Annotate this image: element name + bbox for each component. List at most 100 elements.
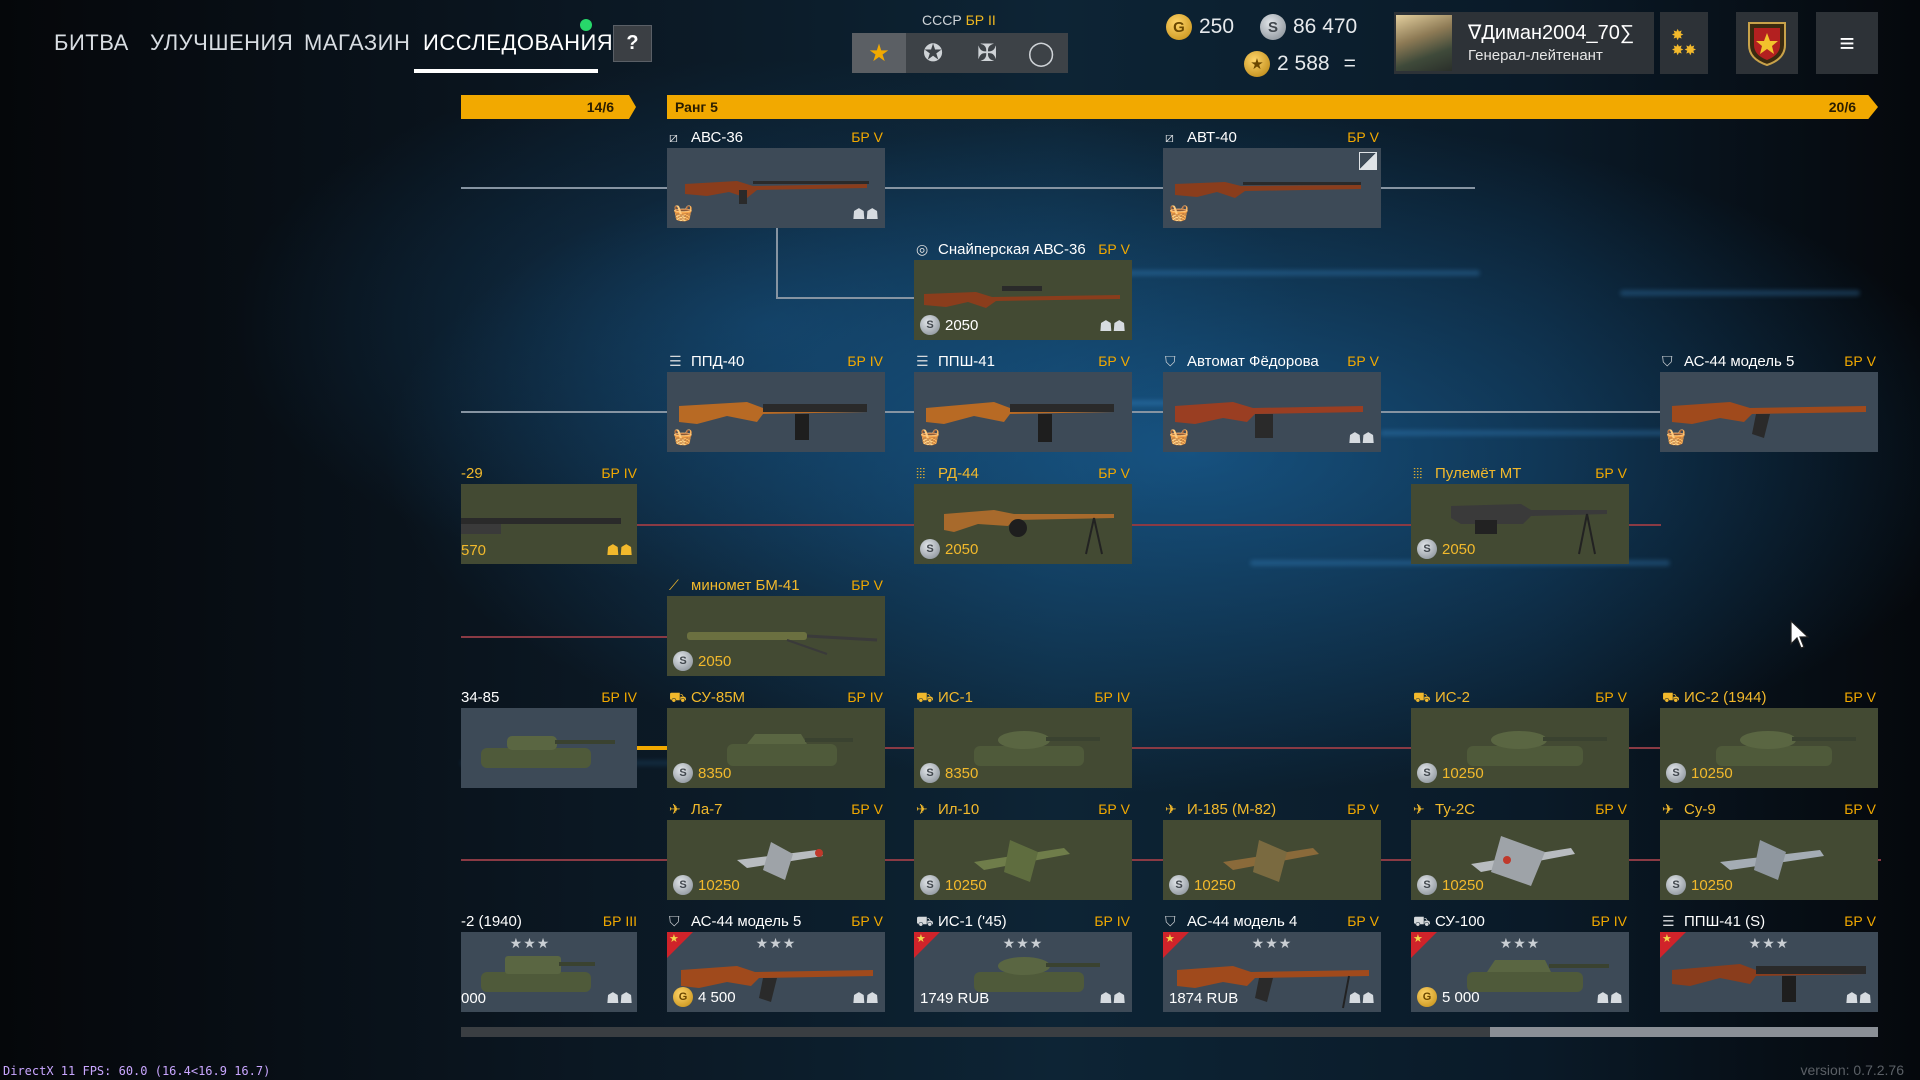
silver-balance[interactable]: S 86 470 — [1260, 13, 1357, 41]
rank-insignia-icon: ✸ ✸✸ — [1660, 12, 1708, 74]
basket-icon[interactable]: 🧺 — [673, 427, 693, 447]
filter-infantry-tab[interactable]: ✪ — [906, 33, 960, 73]
smg-icon: ☰ — [669, 353, 682, 369]
rifle-icon: ⧄ — [1165, 129, 1174, 145]
tree-line-active — [636, 746, 668, 750]
nation-label: СССР БР II — [922, 12, 996, 28]
avatar — [1396, 15, 1452, 71]
squad-icon: ☗☗ — [852, 206, 879, 223]
card-il10[interactable]: ✈ Ил-10 БР V S 10250 — [914, 798, 1132, 900]
reserve-corner-icon — [1359, 152, 1377, 170]
card-ppd40[interactable]: ☰ ППД-40 БР IV 🧺 — [667, 350, 885, 452]
tank-icon: ⛟ — [1662, 689, 1680, 705]
card-avt40[interactable]: ⧄ АВТ-40 БР V 🧺 — [1163, 126, 1381, 228]
tank-icon: ⛟ — [916, 913, 934, 929]
silver-coin-icon: S — [920, 315, 940, 335]
nation-br: БР II — [965, 12, 996, 28]
silver-coin-icon: S — [1417, 539, 1437, 559]
nav-shop[interactable]: МАГАЗИН — [304, 30, 410, 70]
silver-coin-icon: S — [673, 651, 693, 671]
silver-coin-icon: S — [1169, 875, 1189, 895]
player-profile[interactable]: ∇Диман2004_70∑ Генерал-лейтенант — [1394, 12, 1654, 74]
card-su9[interactable]: ✈ Су-9 БР V S 10250 — [1660, 798, 1878, 900]
plane-icon: ✈ — [669, 801, 681, 817]
rank-star-icon: ★ — [1244, 51, 1270, 77]
basket-icon[interactable]: 🧺 — [673, 203, 693, 223]
squad-icon: ☗☗ — [606, 990, 633, 1007]
ring-icon: ◯ — [1027, 39, 1055, 67]
tank-icon: ⛟ — [916, 689, 934, 705]
basket-icon[interactable]: 🧺 — [920, 427, 940, 447]
card-su85m[interactable]: ⛟ СУ-85М БР IV S 8350 — [667, 686, 885, 788]
gold-balance[interactable]: G 250 — [1166, 13, 1234, 41]
card-dt29[interactable]: -29 БР IV 570 ☗☗ — [461, 462, 637, 564]
silver-coin-icon: S — [1260, 14, 1286, 40]
silver-coin-icon: S — [673, 875, 693, 895]
card-is2[interactable]: ⛟ ИС-2 БР V S 10250 — [1411, 686, 1629, 788]
filter-aircraft-tab[interactable]: ◯ — [1014, 33, 1068, 73]
hamburger-icon: ≡ — [1839, 27, 1855, 58]
card-bm41[interactable]: ⟋ миномет БМ-41 БР V S 2050 — [667, 574, 885, 676]
horizontal-scrollbar-thumb[interactable] — [1490, 1027, 1878, 1037]
silver-coin-icon: S — [920, 875, 940, 895]
silver-coin-icon: S — [920, 763, 940, 783]
silver-coin-icon: S — [1666, 763, 1686, 783]
card-avs36[interactable]: ⧄ АВС-36 БР V 🧺 ☗☗ — [667, 126, 885, 228]
squad-icon: ☗☗ — [1845, 990, 1872, 1007]
card-t3485[interactable]: 34-85 БР IV — [461, 686, 637, 788]
fps-counter: DirectX 11 FPS: 60.0 (16.4<16.9 16.7) — [3, 1064, 271, 1078]
card-is1[interactable]: ⛟ ИС-1 БР IV S 8350 — [914, 686, 1132, 788]
rank-points[interactable]: ★ 2 588 = — [1244, 50, 1356, 78]
basket-icon[interactable]: 🧺 — [1666, 427, 1686, 447]
cross-icon: ✠ — [976, 39, 998, 67]
filter-vehicles-tab[interactable]: ✠ — [960, 33, 1014, 73]
plane-icon: ✈ — [916, 801, 928, 817]
player-rank: Генерал-лейтенант — [1468, 47, 1603, 64]
vehicle-type-filter: ★ ✪ ✠ ◯ — [852, 33, 1068, 73]
squad-icon: ☗☗ — [1099, 318, 1126, 335]
card-as44-5[interactable]: ⛉ АС-44 модель 5 БР V 🧺 — [1660, 350, 1878, 452]
card-sniper-avs36[interactable]: ◎ Снайперская АВС-36 БР V S 2050 ☗☗ — [914, 238, 1132, 340]
card-kv2[interactable]: -2 (1940) БР III ★★★ 000 ☗☗ — [461, 910, 637, 1012]
tree-line — [776, 297, 916, 299]
card-premium-ppsh41s[interactable]: ☰ ППШ-41 (S) БР V ★ ★★★ ☗☗ — [1660, 910, 1878, 1012]
card-premium-su100[interactable]: ⛟ СУ-100 БР IV ★ ★★★ G5 000 ☗☗ — [1411, 910, 1629, 1012]
card-rd44[interactable]: ⦙⦙⦙ РД-44 БР V S 2050 — [914, 462, 1132, 564]
assault-rifle-icon: ⛉ — [669, 913, 680, 929]
card-tu2s[interactable]: ✈ Ту-2С БР V S 10250 — [1411, 798, 1629, 900]
plane-icon: ✈ — [1662, 801, 1674, 817]
smg-icon: ☰ — [916, 353, 929, 369]
clan-shield-icon[interactable] — [1736, 12, 1798, 74]
gold-coin-icon: G — [1417, 987, 1437, 1007]
ammo-icon: ⦙⦙⦙ — [1413, 465, 1423, 481]
scope-icon: ◎ — [916, 241, 929, 257]
card-fedorov[interactable]: ⛉ Автомат Фёдорова БР V 🧺 ☗☗ — [1163, 350, 1381, 452]
card-premium-is1-45[interactable]: ⛟ ИС-1 ('45) БР IV ★ ★★★ 1749 RUB ☗☗ — [914, 910, 1132, 1012]
card-i185[interactable]: ✈ И-185 (М-82) БР V S 10250 — [1163, 798, 1381, 900]
silver-coin-icon: S — [1417, 875, 1437, 895]
rank-bar: Ранг 5 20/6 — [667, 95, 1878, 119]
gold-coin-icon: G — [1166, 14, 1192, 40]
card-premium-as44-5[interactable]: ⛉ АС-44 модель 5 БР V ★ ★★★ G4 500 ☗☗ — [667, 910, 885, 1012]
nav-battle[interactable]: БИТВА — [54, 30, 129, 70]
filter-all-tab[interactable]: ★ — [852, 33, 906, 73]
nav-upgrades[interactable]: УЛУЧШЕНИЯ — [150, 30, 293, 70]
squad-icon: ☗☗ — [1596, 990, 1623, 1007]
tree-line — [776, 227, 778, 299]
gold-coin-icon: G — [673, 987, 693, 1007]
mouse-cursor-icon — [1790, 620, 1810, 649]
assault-rifle-icon: ⛉ — [1165, 353, 1176, 369]
assault-rifle-icon: ⛉ — [1165, 913, 1176, 929]
rifle-icon: ⧄ — [669, 129, 678, 145]
squad-icon: ☗☗ — [1348, 990, 1375, 1007]
squad-icon: ☗☗ — [1348, 430, 1375, 447]
card-mt[interactable]: ⦙⦙⦙ Пулемёт МТ БР V S 2050 — [1411, 462, 1629, 564]
card-is2-1944[interactable]: ⛟ ИС-2 (1944) БР V S 10250 — [1660, 686, 1878, 788]
card-premium-as44-4[interactable]: ⛉ АС-44 модель 4 БР V ★ ★★★ 1874 RUB ☗☗ — [1163, 910, 1381, 1012]
card-ppsh41[interactable]: ☰ ППШ-41 БР V 🧺 — [914, 350, 1132, 452]
basket-icon[interactable]: 🧺 — [1169, 203, 1189, 223]
card-la7[interactable]: ✈ Ла-7 БР V S 10250 — [667, 798, 885, 900]
menu-button[interactable]: ≡ — [1816, 12, 1878, 74]
basket-icon[interactable]: 🧺 — [1169, 427, 1189, 447]
silver-coin-icon: S — [920, 539, 940, 559]
